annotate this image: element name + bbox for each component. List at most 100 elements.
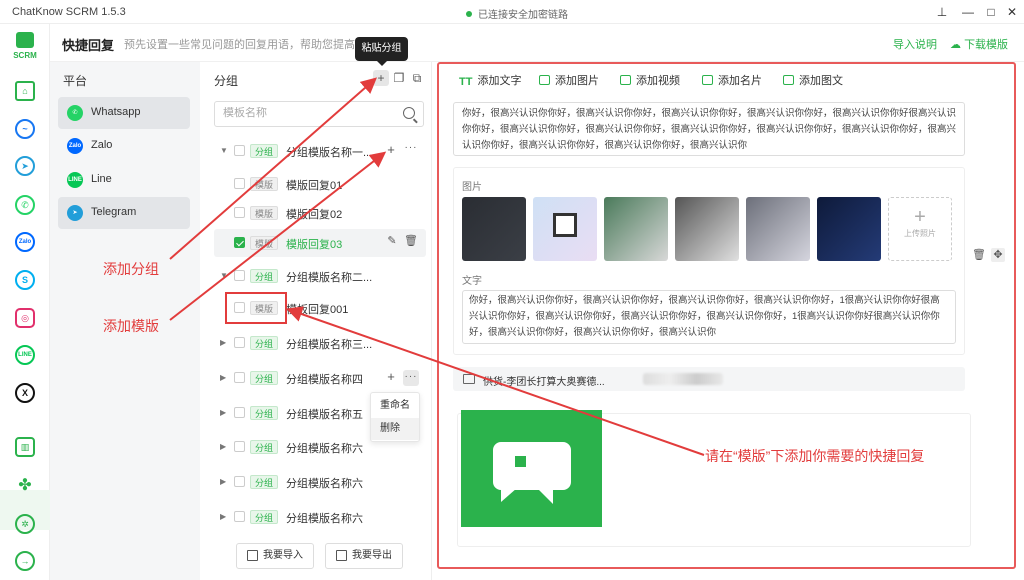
group-row[interactable]: ▶ 分组 分组模版名称六 <box>214 470 426 494</box>
text-content-field-2[interactable]: 你好，很高兴认识你你好，很高兴认识你你好，很高兴认识你你好，很高兴认识你你好，1… <box>462 290 956 344</box>
zalo-icon[interactable]: Zalo <box>15 232 35 252</box>
download-template-link[interactable]: ☁ 下载模版 <box>950 36 1008 52</box>
pin-icon[interactable]: ⊥ <box>934 4 950 20</box>
row-checkbox[interactable] <box>234 302 245 313</box>
row-checkbox-checked[interactable] <box>234 237 245 248</box>
group-tag: 分组 <box>250 510 279 524</box>
search-input[interactable] <box>223 107 393 119</box>
upload-photo-button[interactable]: + 上传照片 <box>888 197 952 261</box>
telegram-icon[interactable]: ➤ <box>15 156 35 176</box>
skype-icon[interactable]: S <box>15 270 35 290</box>
logout-icon[interactable]: → <box>15 551 35 571</box>
row-checkbox[interactable] <box>234 178 245 189</box>
quick-reply-icon[interactable]: ✤ <box>15 476 35 496</box>
caret-right-icon[interactable]: ▶ <box>220 512 226 521</box>
group-row[interactable]: ▼ 分组 分组模版名称一... + ··· <box>214 139 426 163</box>
caret-right-icon[interactable]: ▶ <box>220 442 226 451</box>
connection-status: 已连接安全加密链路 <box>466 6 568 21</box>
add-card-button[interactable]: 添加名片 <box>702 72 762 88</box>
messenger-icon[interactable]: ~ <box>15 119 35 139</box>
video-icon <box>620 75 631 85</box>
more-icon[interactable]: ··· <box>403 142 419 153</box>
caret-right-icon[interactable]: ▶ <box>220 408 226 417</box>
row-checkbox[interactable] <box>234 372 245 383</box>
caret-right-icon[interactable]: ▶ <box>220 373 226 382</box>
whatsapp-icon[interactable]: ✆ <box>15 195 35 215</box>
row-checkbox[interactable] <box>234 145 245 156</box>
row-checkbox[interactable] <box>234 207 245 218</box>
row-checkbox[interactable] <box>234 270 245 281</box>
group-tag: 分组 <box>250 406 279 420</box>
add-article-label: 添加图文 <box>799 75 843 87</box>
drag-move-icon[interactable]: ✥ <box>991 248 1005 262</box>
image-thumbnail[interactable] <box>533 197 597 261</box>
instagram-icon[interactable]: ◎ <box>15 308 35 328</box>
add-group-button[interactable]: + <box>373 70 389 86</box>
image-thumbnail[interactable] <box>462 197 526 261</box>
minimize-button[interactable]: — <box>960 4 976 20</box>
caret-right-icon[interactable]: ▶ <box>220 477 226 486</box>
image-thumbnail[interactable] <box>746 197 810 261</box>
image-thumbnail[interactable] <box>675 197 739 261</box>
row-checkbox[interactable] <box>234 407 245 418</box>
edit-icon[interactable]: ✎ <box>384 234 400 247</box>
stats-icon[interactable]: ▥ <box>15 437 35 457</box>
export-button[interactable]: 我要导出 <box>325 543 403 569</box>
delete-menu-item[interactable]: 删除 <box>371 418 419 440</box>
add-image-button[interactable]: 添加图片 <box>539 72 599 88</box>
row-checkbox[interactable] <box>234 511 245 522</box>
add-template-button[interactable]: + <box>383 142 399 157</box>
import-button[interactable]: 我要导入 <box>236 543 314 569</box>
caret-down-icon[interactable]: ▼ <box>220 271 228 280</box>
image-thumbnail[interactable] <box>604 197 668 261</box>
template-name: 模版回复03 <box>286 239 343 251</box>
group-row[interactable]: ▼ 分组 分组模版名称二... <box>214 264 426 288</box>
platform-item-line[interactable]: LINE Line <box>58 164 190 196</box>
add-template-button[interactable]: + <box>383 369 399 384</box>
group-row[interactable]: ▶ 分组 分组模版名称三... <box>214 331 426 355</box>
template-name: 模版回复02 <box>286 209 343 221</box>
paste-group-icon[interactable]: ⧉ <box>409 70 425 86</box>
image-thumbnail[interactable] <box>817 197 881 261</box>
caret-right-icon[interactable]: ▶ <box>220 338 226 347</box>
template-search[interactable] <box>214 101 424 127</box>
maximize-button[interactable]: □ <box>983 4 999 20</box>
platform-item-zalo[interactable]: Zalo Zalo <box>58 130 190 162</box>
import-help-link[interactable]: 导入说明 <box>893 36 937 52</box>
row-checkbox[interactable] <box>234 476 245 487</box>
home-icon[interactable]: ⌂ <box>15 81 35 101</box>
add-text-button[interactable]: TT 添加文字 <box>459 72 521 88</box>
add-article-button[interactable]: 添加图文 <box>783 72 843 88</box>
platform-item-whatsapp[interactable]: ✆ Whatsapp <box>58 97 190 129</box>
x-icon[interactable]: X <box>15 383 35 403</box>
row-checkbox[interactable] <box>234 441 245 452</box>
copy-group-icon[interactable]: ❐ <box>391 70 407 86</box>
app-logo-image[interactable] <box>461 410 602 527</box>
close-button[interactable]: ✕ <box>1004 4 1020 20</box>
add-image-label: 添加图片 <box>555 75 599 87</box>
search-icon[interactable] <box>403 107 415 119</box>
settings-icon[interactable]: ✲ <box>15 514 35 534</box>
template-tag: 模版 <box>250 177 279 191</box>
group-row[interactable]: ▶ 分组 分组模版名称六 <box>214 505 426 529</box>
platform-item-telegram[interactable]: ➤ Telegram <box>58 197 190 229</box>
rename-menu-item[interactable]: 重命名 <box>371 395 419 417</box>
more-icon[interactable]: ··· <box>403 370 419 386</box>
add-video-button[interactable]: 添加视频 <box>620 72 680 88</box>
template-row-selected[interactable]: 模版 模版回复03 ✎ 🗑 <box>214 229 426 257</box>
group-row[interactable]: ▶ 分组 分组模版名称四 + ··· <box>214 366 426 390</box>
text-content-field[interactable]: 你好，很高兴认识你你好，很高兴认识你你好，很高兴认识你你好，很高兴认识你你好，很… <box>453 102 965 156</box>
trash-icon[interactable]: 🗑 <box>403 234 419 247</box>
contact-card[interactable]: 供货-李团长打算大奥赛德... <box>453 367 965 391</box>
trash-icon[interactable]: 🗑 <box>972 248 986 262</box>
caret-down-icon[interactable]: ▼ <box>220 146 228 155</box>
status-dot-icon <box>466 11 472 17</box>
editor-panel: TT 添加文字 添加图片 添加视频 添加名片 添加图文 你好，很高兴认识你你好，很… <box>437 62 1016 569</box>
template-row[interactable]: 模版 模版回复02 <box>214 201 426 225</box>
template-row[interactable]: 模版 模版回复01 <box>214 172 426 196</box>
image-label: 图片 <box>462 182 482 193</box>
line-icon[interactable]: LINE <box>15 345 35 365</box>
template-row[interactable]: 模版 模板回复001 <box>214 296 426 320</box>
row-checkbox[interactable] <box>234 337 245 348</box>
group-header: 分组 <box>214 74 239 88</box>
